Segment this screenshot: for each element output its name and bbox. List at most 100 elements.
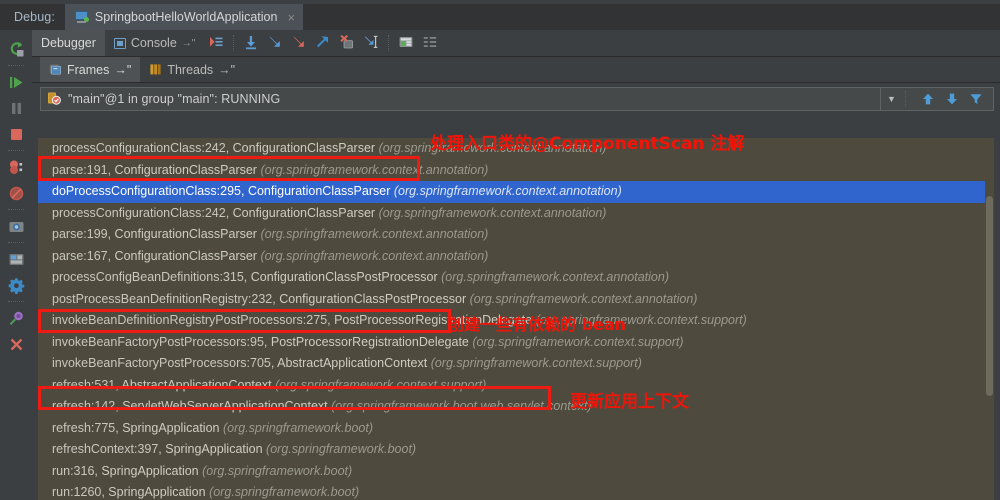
run-configuration-tab[interactable]: SpringbootHelloWorldApplication × <box>64 4 304 30</box>
frame-row[interactable]: parse:199, ConfigurationClassParser (org… <box>38 224 994 246</box>
threads-icon <box>150 64 161 75</box>
annotation-refresh-context: 更新应用上下文 <box>570 392 689 412</box>
tab-frames-label: Frames <box>67 62 110 77</box>
tab-console-overflow-icon[interactable]: →" <box>182 38 196 49</box>
frame-class: AbstractApplicationContext <box>277 356 428 370</box>
debug-label: Debug: <box>14 10 55 24</box>
force-step-into-icon <box>293 36 305 47</box>
force-step-into-button[interactable] <box>287 30 311 54</box>
frame-method: processConfigurationClass:242, <box>52 141 233 155</box>
arrow-down-icon <box>947 93 957 105</box>
frame-package: (org.springframework.boot) <box>262 442 417 456</box>
filter-frames-button[interactable] <box>965 88 987 110</box>
application-run-icon <box>74 11 89 23</box>
tab-console-label: Console <box>130 36 177 50</box>
frame-method: processConfigurationClass:242, <box>52 205 233 220</box>
settings-button[interactable] <box>1 272 31 298</box>
toolbar-divider <box>905 91 906 107</box>
move-up-button[interactable] <box>917 88 939 110</box>
layout-settings-button[interactable] <box>418 30 442 54</box>
frame-method: parse:167, <box>52 248 115 263</box>
step-into-icon <box>269 36 281 47</box>
tab-console[interactable]: Console →" <box>105 30 204 56</box>
move-down-button[interactable] <box>941 88 963 110</box>
rerun-button[interactable] <box>1 36 31 62</box>
frame-method: postProcessBeanDefinitionRegistry:232, <box>52 291 280 306</box>
arrow-up-icon <box>923 93 933 105</box>
annotation-create-beans: 创建一些有依赖的 bean <box>448 315 627 334</box>
frame-method: refreshContext:397, <box>52 442 166 456</box>
pause-program-button[interactable] <box>1 95 31 121</box>
frame-package: (org.springframework.boot) <box>198 463 353 478</box>
frame-row[interactable]: refresh:775, SpringApplication (org.spri… <box>38 418 994 440</box>
tab-debugger-label: Debugger <box>41 36 96 50</box>
frame-row[interactable]: doProcessConfigurationClass:295, Configu… <box>38 181 994 203</box>
pin-icon <box>9 311 23 325</box>
frame-row[interactable]: parse:191, ConfigurationClassParser (org… <box>38 160 994 182</box>
step-out-button[interactable] <box>311 30 335 54</box>
frame-package: (org.springframework.context.annotation) <box>437 270 669 284</box>
frame-class: SpringApplication <box>108 485 206 499</box>
thread-selector[interactable]: "main"@1 in group "main": RUNNING ▼ <box>40 87 994 111</box>
frame-method: refresh:775, <box>52 420 123 435</box>
step-over-button[interactable] <box>239 30 263 54</box>
restore-layout-button[interactable] <box>1 246 31 272</box>
view-breakpoints-button[interactable] <box>1 154 31 180</box>
frame-row[interactable]: postProcessBeanDefinitionRegistry:232, C… <box>38 289 994 311</box>
frame-class: ConfigurationClassParser <box>114 162 257 177</box>
frame-method: parse:199, <box>52 227 115 241</box>
frame-package: (org.springframework.boot) <box>205 485 360 499</box>
frame-method: run:1260, <box>52 485 109 499</box>
frame-class: PostProcessorRegistrationDelegate <box>270 334 469 349</box>
frames-scrollbar-thumb[interactable] <box>986 196 993 396</box>
frame-row[interactable]: parse:167, ConfigurationClassParser (org… <box>38 246 994 268</box>
frame-row[interactable]: run:1260, SpringApplication (org.springf… <box>38 482 994 500</box>
annotation-component-scan: 处理入口类的@ComponentScan 注解 <box>430 134 745 154</box>
resume-program-button[interactable] <box>1 69 31 95</box>
chevron-down-icon[interactable]: ▼ <box>880 88 902 110</box>
tab-frames-overflow-icon[interactable]: →" <box>114 63 131 77</box>
rail-divider <box>8 209 24 210</box>
breakpoints-icon <box>9 160 22 174</box>
frames-threads-tab-row: Frames →" Threads →" <box>32 57 1000 83</box>
frame-row[interactable]: refresh:142, ServletWebServerApplication… <box>38 396 994 418</box>
frame-row[interactable]: refreshContext:397, SpringApplication (o… <box>38 439 994 461</box>
rail-divider <box>8 65 24 66</box>
stop-icon <box>10 128 22 140</box>
run-to-cursor-button[interactable] <box>359 30 383 54</box>
tab-debugger[interactable]: Debugger <box>32 30 105 56</box>
frame-package: (org.springframework.context.annotation) <box>256 162 489 177</box>
stop-button[interactable] <box>1 121 31 147</box>
frame-package: (org.springframework.context.annotation) <box>256 248 489 263</box>
tab-frames[interactable]: Frames →" <box>40 57 141 82</box>
frame-class: ConfigurationClassParser <box>114 248 257 263</box>
close-button[interactable] <box>1 331 31 357</box>
frames-scrollbar[interactable] <box>985 138 994 500</box>
evaluate-expression-button[interactable] <box>394 30 418 54</box>
tab-threads-label: Threads <box>167 62 214 77</box>
debugger-tab-row: Debugger Console →" <box>32 30 1000 57</box>
frame-package: (org.springframework.context.annotation) <box>375 205 607 220</box>
mute-breakpoints-button[interactable] <box>1 180 31 206</box>
frame-row[interactable]: invokeBeanFactoryPostProcessors:705, Abs… <box>38 353 994 375</box>
frame-method: processConfigBeanDefinitions:315, <box>52 270 251 284</box>
get-thread-dump-button[interactable] <box>1 213 31 239</box>
drop-frame-button[interactable] <box>335 30 359 54</box>
frames-icon <box>49 64 61 75</box>
frame-class: SpringApplication <box>101 463 199 478</box>
frame-row[interactable]: processConfigurationClass:242, Configura… <box>38 203 994 225</box>
show-execution-point-button[interactable] <box>204 30 228 54</box>
frame-row[interactable]: run:316, SpringApplication (org.springfr… <box>38 461 994 483</box>
drop-frame-icon <box>340 34 354 49</box>
rail-divider <box>8 242 24 243</box>
frame-class: ConfigurationClassParser <box>232 205 376 220</box>
close-icon[interactable]: × <box>284 11 295 24</box>
tab-threads[interactable]: Threads →" <box>140 57 244 82</box>
filter-icon <box>970 94 982 104</box>
frame-row[interactable]: refresh:531, AbstractApplicationContext … <box>38 375 994 397</box>
layout-icon <box>9 253 23 265</box>
step-into-button[interactable] <box>263 30 287 54</box>
tab-threads-overflow-icon[interactable]: →" <box>218 63 235 77</box>
frame-row[interactable]: processConfigBeanDefinitions:315, Config… <box>38 267 994 289</box>
pin-tab-button[interactable] <box>1 305 31 331</box>
